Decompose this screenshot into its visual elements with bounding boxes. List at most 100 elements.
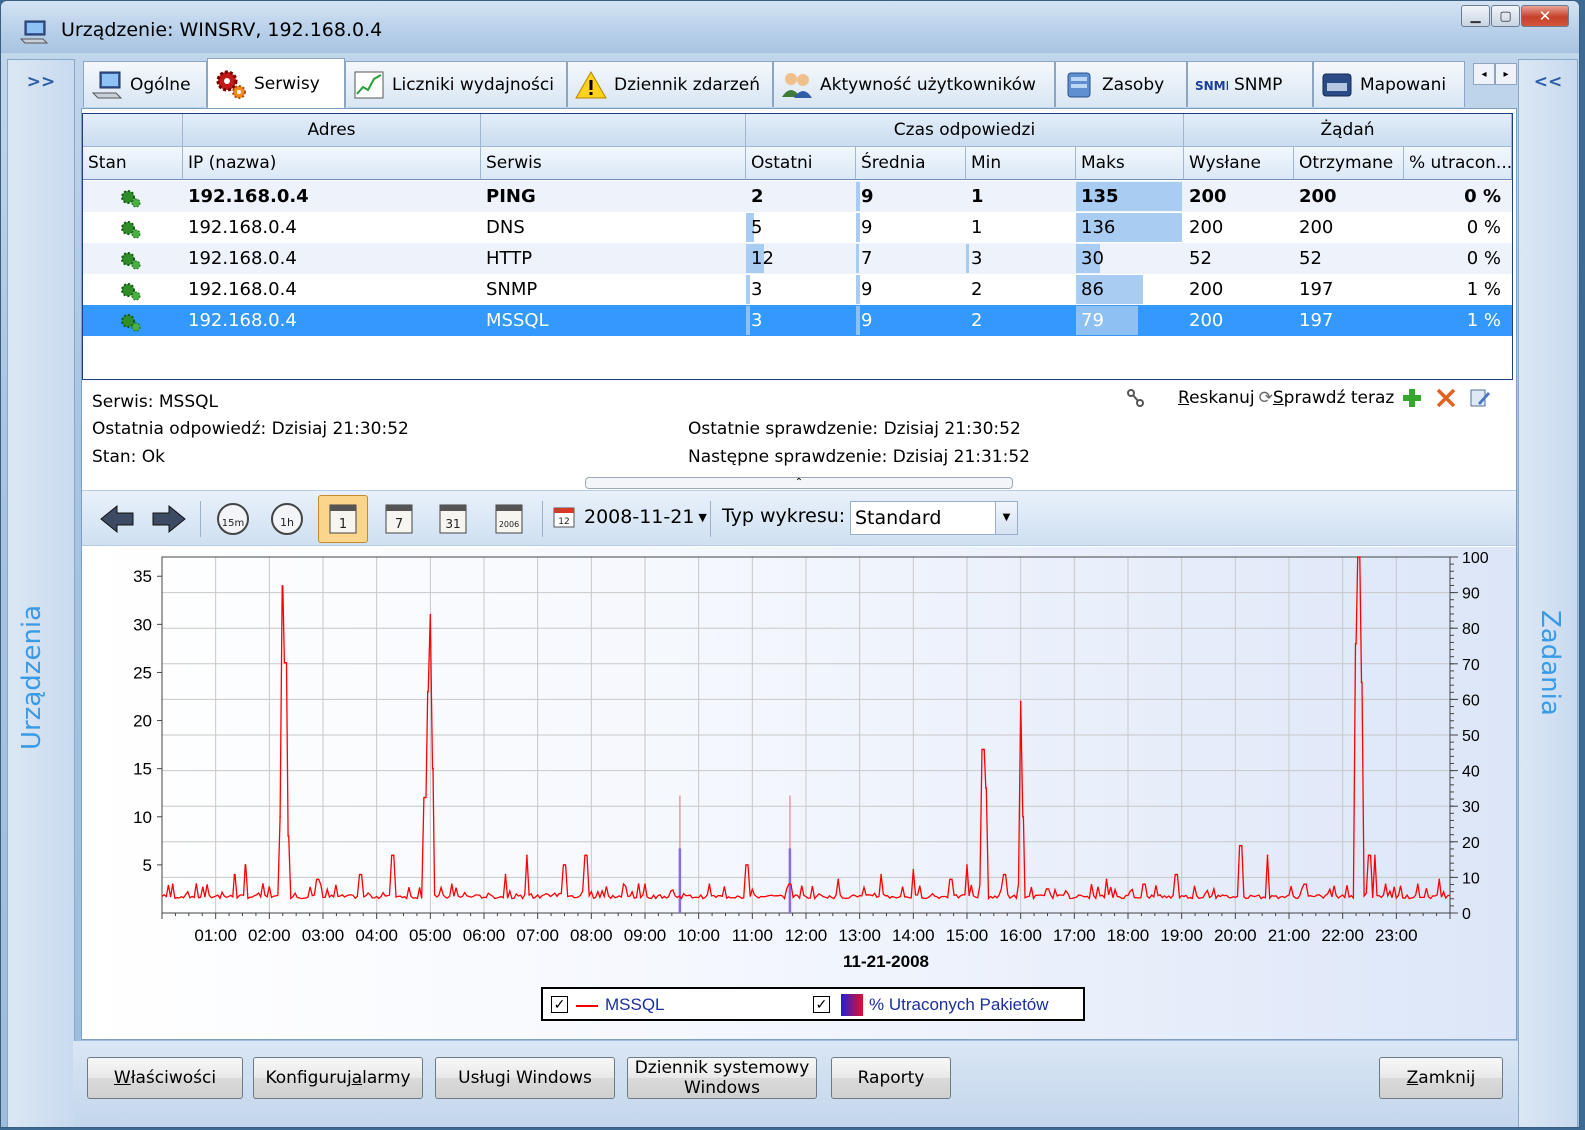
column-header-ip[interactable]: IP (nazwa) xyxy=(183,147,481,180)
y-right-tick-label: 20 xyxy=(1462,835,1480,852)
mssql-data-point xyxy=(171,883,174,885)
add-icon[interactable] xyxy=(1400,387,1424,409)
alarms-label-prefix: Konfiguruj xyxy=(265,1068,352,1088)
column-header-wyslane[interactable]: Wysłane xyxy=(1184,147,1294,180)
cell-received: 197 xyxy=(1299,310,1334,331)
mssql-data-point xyxy=(244,864,246,866)
tab-mapowanie[interactable]: Mapowani xyxy=(1313,61,1465,107)
chart-type-value: Standard xyxy=(855,507,942,529)
mssql-data-point xyxy=(1384,883,1387,885)
tab-aktywnosc-uzytkownikow[interactable]: Aktywność użytkowników xyxy=(773,61,1055,107)
mssql-data-point xyxy=(281,585,284,587)
back-arrow-icon[interactable] xyxy=(92,495,142,543)
resources-icon xyxy=(1067,72,1091,97)
calendar-2006-icon[interactable]: 2006 xyxy=(484,495,534,543)
table-row[interactable]: 192.168.0.4 SNMP 3 9 2 86 200 197 1 % xyxy=(83,274,1512,305)
scan-icon[interactable] xyxy=(1124,387,1148,409)
tab-snmp[interactable]: SNMP SNMP xyxy=(1187,61,1313,107)
x-tick-label: 23:00 xyxy=(1375,926,1418,945)
tab-dziennik-zdarzen[interactable]: Dziennik zdarzeń xyxy=(567,61,773,107)
clock-1h-icon[interactable]: 1h xyxy=(262,495,312,543)
y-right-tick-label: 70 xyxy=(1462,657,1480,674)
delete-icon[interactable] xyxy=(1434,387,1458,409)
configure-alarms-button[interactable]: Konfiguruj a larmy xyxy=(253,1057,423,1099)
legend-line-icon xyxy=(576,1005,598,1007)
table-row-selected[interactable]: 192.168.0.4 MSSQL 3 9 2 79 200 197 1 % xyxy=(83,305,1512,336)
column-header-serwis[interactable]: Serwis xyxy=(481,147,746,180)
services-panel: Adres Czas odpowiedzi Żądań Stan IP (naz… xyxy=(81,108,1517,1040)
forward-arrow-icon[interactable] xyxy=(144,495,194,543)
maximize-button[interactable]: ▢ xyxy=(1491,5,1520,27)
column-header-min[interactable]: Min xyxy=(966,147,1076,180)
cell-max: 30 xyxy=(1081,248,1104,269)
table-row[interactable]: 192.168.0.4 PING 2 9 1 135 200 200 0 % xyxy=(83,181,1512,212)
mssql-data-point xyxy=(359,873,362,876)
tasks-side-panel[interactable]: << Zadania xyxy=(1518,59,1578,1127)
mssql-data-point xyxy=(1105,878,1108,881)
windows-syslog-button[interactable]: Dziennik systemowy Windows xyxy=(627,1057,817,1099)
legend-checkbox-packets[interactable]: ✓ xyxy=(813,996,830,1013)
group-header-czas-odpowiedzi: Czas odpowiedzi xyxy=(746,114,1184,147)
svg-text:1: 1 xyxy=(339,517,347,532)
mssql-data-point xyxy=(287,835,289,837)
title-bar[interactable]: Urządzenie: WINSRV, 192.168.0.4 ▁ ▢ ✕ xyxy=(1,1,1579,53)
column-header-stan[interactable]: Stan xyxy=(83,147,183,180)
cell-min: 2 xyxy=(971,279,983,300)
x-tick-label: 10:00 xyxy=(677,926,720,945)
x-tick-label: 17:00 xyxy=(1053,926,1096,945)
rescan-button[interactable]: Reskanuj xyxy=(1178,388,1255,408)
tab-label: Dziennik zdarzeń xyxy=(614,74,760,95)
mssql-data-point xyxy=(1175,873,1178,876)
calendar-1-icon[interactable]: 1 xyxy=(318,495,368,543)
cell-received: 200 xyxy=(1299,217,1334,238)
tab-scroll-left-icon[interactable]: ◂ xyxy=(1473,63,1495,85)
mssql-data-point xyxy=(391,854,394,857)
edit-icon[interactable] xyxy=(1468,387,1492,409)
minimize-button[interactable]: ▁ xyxy=(1461,5,1490,27)
x-tick-label: 02:00 xyxy=(248,926,291,945)
expand-left-arrows[interactable]: >> xyxy=(8,72,74,92)
svg-text:12: 12 xyxy=(558,517,569,527)
properties-button[interactable]: Właściwości xyxy=(87,1057,243,1099)
clock-15m-icon[interactable]: 15m xyxy=(208,495,258,543)
tab-liczniki-wydajnosci[interactable]: Liczniki wydajności xyxy=(345,61,567,107)
tab-scroll-right-icon[interactable]: ▸ xyxy=(1495,63,1517,85)
close-window-button[interactable]: ✕ xyxy=(1521,5,1569,27)
calendar-31-icon[interactable]: 31 xyxy=(428,495,478,543)
cell-max: 136 xyxy=(1081,217,1116,238)
table-row[interactable]: 192.168.0.4 HTTP 12 7 3 30 52 52 0 % xyxy=(83,243,1512,274)
reports-button[interactable]: Raporty xyxy=(831,1057,951,1099)
cell-sent: 52 xyxy=(1189,248,1212,269)
close-button[interactable]: Zamknij xyxy=(1379,1057,1503,1099)
expand-right-arrows[interactable]: << xyxy=(1519,72,1577,92)
column-header-otrzymane[interactable]: Otrzymane xyxy=(1294,147,1404,180)
column-header-utracone[interactable]: % utracon... xyxy=(1404,147,1512,180)
tab-ogolne[interactable]: Ogólne xyxy=(83,61,207,107)
panel-splitter[interactable]: ⌃ xyxy=(585,477,1013,489)
chart-type-select[interactable]: Standard ▼ xyxy=(850,501,1018,535)
calendar-7-icon[interactable]: 7 xyxy=(374,495,424,543)
tab-serwisy[interactable]: Serwisy xyxy=(207,58,345,108)
computer-icon xyxy=(19,20,49,44)
mssql-data-point xyxy=(1022,815,1025,818)
y-left-tick-label: 20 xyxy=(133,712,152,731)
mssql-data-point xyxy=(316,878,319,881)
x-tick-label: 13:00 xyxy=(838,926,881,945)
cell-ip: 192.168.0.4 xyxy=(188,279,297,300)
check-now-button[interactable]: Sprawdź teraz xyxy=(1273,388,1394,408)
chevron-down-icon[interactable]: ▼ xyxy=(995,502,1017,534)
windows-services-button[interactable]: Usługi Windows xyxy=(435,1057,615,1099)
cell-last: 2 xyxy=(751,186,764,207)
mssql-data-point xyxy=(451,883,453,885)
column-header-maks[interactable]: Maks xyxy=(1076,147,1184,180)
column-header-srednia[interactable]: Średnia xyxy=(856,147,966,180)
status-ok-icon xyxy=(121,221,141,239)
legend-checkbox-mssql[interactable]: ✓ xyxy=(551,996,568,1013)
chart-type-label: Typ wykresu: xyxy=(722,505,846,527)
devices-side-panel[interactable]: >> Urządzenia xyxy=(7,59,75,1127)
table-row[interactable]: 192.168.0.4 DNS 5 9 1 136 200 200 0 % xyxy=(83,212,1512,243)
tab-zasoby[interactable]: Zasoby xyxy=(1055,61,1187,107)
date-picker[interactable]: 12 2008-11-21 ▼ xyxy=(552,505,707,529)
column-header-ostatni[interactable]: Ostatni xyxy=(746,147,856,180)
devices-panel-label: Urządzenia xyxy=(17,604,47,750)
